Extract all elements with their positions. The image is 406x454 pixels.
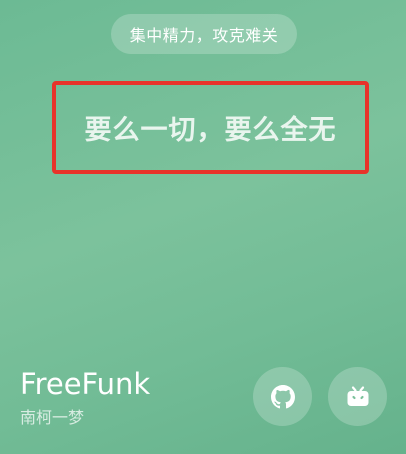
brand-subtitle: 南柯一梦: [20, 408, 85, 427]
brand-name: FreeFunk: [20, 367, 151, 401]
bilibili-button[interactable]: [328, 367, 387, 426]
github-button[interactable]: [253, 367, 312, 426]
bilibili-icon: [345, 385, 371, 409]
github-icon: [270, 384, 295, 409]
headline-highlight: 要么一切，要么全无: [52, 81, 369, 174]
headline-text: 要么一切，要么全无: [84, 115, 337, 146]
motto-text: 集中精力，攻克难关: [129, 26, 279, 45]
motto-pill: 集中精力，攻克难关: [111, 14, 297, 54]
brand-block: FreeFunk 南柯一梦: [20, 366, 150, 428]
